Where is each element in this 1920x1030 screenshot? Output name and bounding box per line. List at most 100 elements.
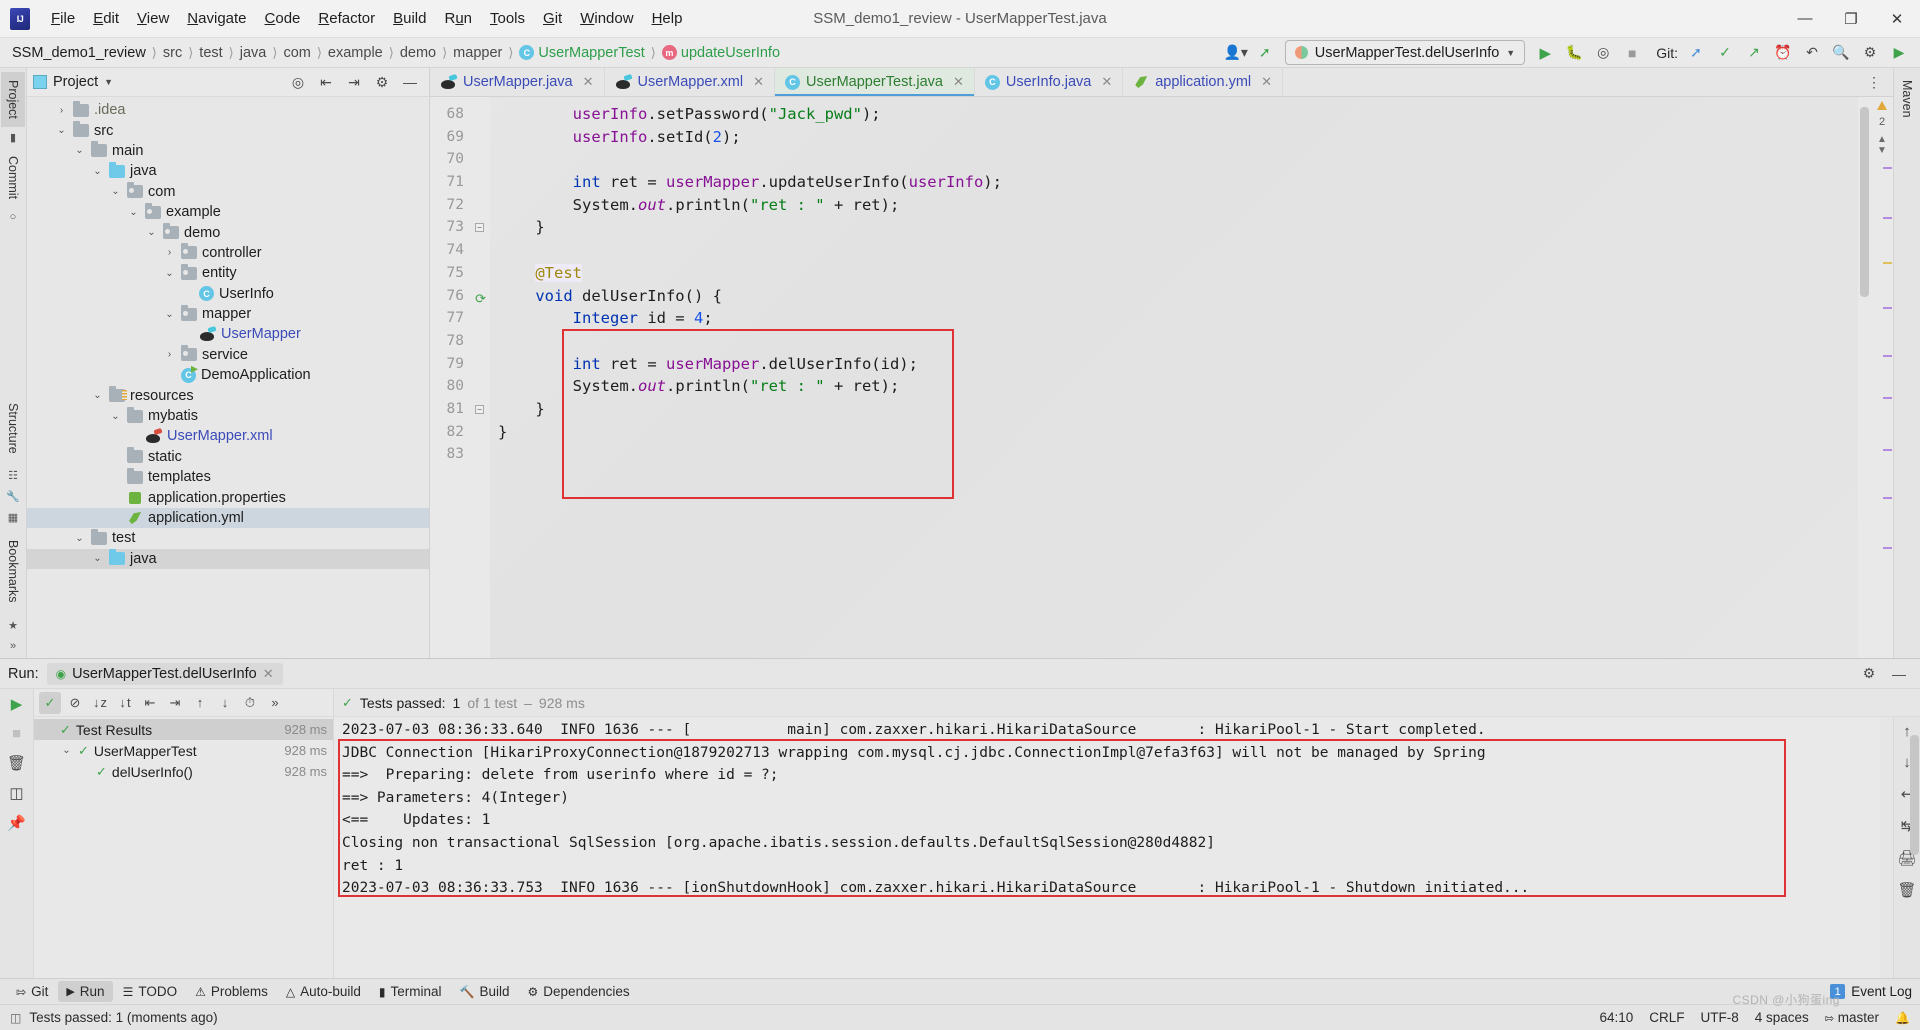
menu-edit[interactable]: Edit (84, 6, 128, 31)
gutter-line[interactable]: 71 (430, 171, 490, 194)
test-tree-row[interactable]: ✓ delUserInfo() 928 ms (34, 761, 333, 782)
run-anything-icon[interactable]: ▶ (1886, 41, 1912, 65)
expand-toggle-icon[interactable]: ⌄ (109, 186, 122, 197)
settings-icon[interactable]: ⚙ (1857, 41, 1883, 65)
code-line[interactable]: Integer id = 4; (490, 307, 1858, 330)
expand-toggle-icon[interactable]: ⌄ (73, 533, 86, 544)
event-log-label[interactable]: Event Log (1851, 984, 1912, 999)
tree-node[interactable]: › .idea (27, 100, 429, 120)
close-icon[interactable]: ✕ (753, 74, 764, 90)
chevron-down-icon[interactable]: ▼ (104, 77, 113, 87)
gutter-line[interactable]: 73 − (430, 216, 490, 239)
expand-all-icon[interactable]: ⇤ (313, 70, 339, 94)
settings-icon[interactable]: ⚙ (369, 70, 395, 94)
breadcrumb-project[interactable]: SSM_demo1_review (8, 45, 150, 61)
more-icon[interactable]: » (264, 692, 286, 714)
close-icon[interactable]: ✕ (263, 666, 274, 682)
gutter-line[interactable]: 72 (430, 194, 490, 217)
undo-icon[interactable]: ↶ (1799, 41, 1825, 65)
tool-window-dependencies[interactable]: ⚙ Dependencies (520, 981, 638, 1002)
expand-toggle-icon[interactable]: ⌄ (163, 268, 176, 279)
show-passed-icon[interactable]: ✓ (39, 691, 61, 714)
menu-navigate[interactable]: Navigate (178, 6, 255, 31)
code-line[interactable]: } (490, 421, 1858, 444)
arrow-icon[interactable]: ➚ (1252, 41, 1278, 65)
close-icon[interactable]: ✕ (583, 74, 594, 90)
clear-all-icon[interactable]: 🗑 (1897, 881, 1916, 899)
menu-run[interactable]: Run (435, 6, 481, 31)
coverage-icon[interactable]: ◎ (1590, 41, 1616, 65)
tree-node[interactable]: ⌄ entity (27, 263, 429, 283)
breadcrumb-java[interactable]: java (236, 45, 271, 61)
expand-toggle-icon[interactable]: ⌄ (55, 125, 68, 136)
menu-code[interactable]: Code (256, 6, 310, 31)
code-line[interactable]: void delUserInfo() { (490, 285, 1858, 308)
run-panel-tab[interactable]: ◉ UserMapperTest.delUserInfo ✕ (46, 662, 283, 685)
tool-window-build[interactable]: 🔨 Build (452, 981, 518, 1002)
history-icon[interactable]: ⏱ (239, 692, 261, 714)
tree-node[interactable]: static (27, 447, 429, 467)
close-button[interactable]: ✕ (1874, 0, 1920, 38)
menu-view[interactable]: View (128, 6, 178, 31)
expand-toggle-icon[interactable]: › (163, 349, 176, 360)
menu-file[interactable]: File (42, 6, 84, 31)
code-line[interactable]: int ret = userMapper.delUserInfo(id); (490, 353, 1858, 376)
gutter-line[interactable]: 79 (430, 353, 490, 376)
breadcrumb-mapper[interactable]: mapper (449, 45, 506, 61)
scrollbar-thumb[interactable] (1860, 107, 1869, 297)
breadcrumb-com[interactable]: com (279, 45, 314, 61)
gutter-line[interactable]: 68 (430, 103, 490, 126)
menu-refactor[interactable]: Refactor (309, 6, 384, 31)
settings-icon[interactable]: ⚙ (1856, 662, 1882, 686)
tree-node[interactable]: ⌄ example (27, 202, 429, 222)
test-tree-row[interactable]: ✓ Test Results 928 ms (34, 719, 333, 740)
console-scrollbar[interactable] (1880, 717, 1919, 978)
rerun-icon[interactable]: ▶ (11, 695, 23, 713)
tool-window-autobuild[interactable]: △ Auto-build (278, 981, 369, 1002)
tree-node[interactable]: ⌄ mapper (27, 304, 429, 324)
gutter-line[interactable]: 77 (430, 307, 490, 330)
profile-icon[interactable]: 👤▾ (1223, 41, 1249, 65)
menu-tools[interactable]: Tools (481, 6, 534, 31)
tool-window-run[interactable]: ▶ Run (58, 981, 113, 1002)
tool-window-git[interactable]: ⇰ Git (8, 981, 56, 1002)
tool-window-todo[interactable]: ☰ TODO (115, 981, 186, 1002)
rail-tab-bookmarks[interactable]: Bookmarks (1, 532, 25, 611)
breadcrumb-class[interactable]: C UserMapperTest (515, 45, 648, 61)
tool-window-terminal[interactable]: ▮ Terminal (371, 981, 450, 1002)
project-tree[interactable]: › .idea ⌄ src ⌄ main ⌄ java ⌄ com ⌄ example ⌄ demo › co… (27, 97, 429, 658)
close-icon[interactable]: ✕ (1101, 74, 1112, 90)
breadcrumb-method[interactable]: m updateUserInfo (658, 45, 784, 61)
code-line[interactable]: userInfo.setPassword("Jack_pwd"); (490, 103, 1858, 126)
tree-node[interactable]: ⌄ resources (27, 385, 429, 405)
editor-error-stripe[interactable] (1881, 97, 1892, 658)
collapse-all-icon[interactable]: ⇥ (341, 70, 367, 94)
gutter-line[interactable]: 75 (430, 262, 490, 285)
line-separator[interactable]: CRLF (1649, 1010, 1684, 1025)
tree-node[interactable]: ⌄ demo (27, 222, 429, 242)
menu-build[interactable]: Build (384, 6, 435, 31)
editor-tab-bar[interactable]: UserMapper.java ✕ UserMapper.xml ✕ C UserMapp… (430, 68, 1893, 97)
gutter-line[interactable]: 70 (430, 148, 490, 171)
push-icon[interactable]: ↗ (1741, 41, 1767, 65)
gutter-line[interactable]: 81 − (430, 398, 490, 421)
close-icon[interactable]: ✕ (953, 74, 964, 90)
expand-toggle-icon[interactable]: › (163, 247, 176, 258)
fold-icon[interactable]: − (475, 404, 484, 414)
tree-node[interactable]: application.properties (27, 487, 429, 507)
minimize-button[interactable]: — (1782, 0, 1828, 38)
structure-icon[interactable]: ☷ (8, 469, 18, 482)
layout-icon[interactable]: ◫ (9, 784, 23, 802)
collapse-all-icon[interactable]: ⇥ (164, 692, 186, 714)
tree-node[interactable]: application.yml (27, 507, 429, 529)
code-line[interactable] (490, 443, 1858, 466)
menu-git[interactable]: Git (534, 6, 571, 31)
indent-setting[interactable]: 4 spaces (1755, 1010, 1809, 1025)
breadcrumb-src[interactable]: src (159, 45, 186, 61)
tree-node[interactable]: › service (27, 345, 429, 365)
more-rail-icon[interactable]: » (10, 640, 16, 652)
menu-help[interactable]: Help (643, 6, 692, 31)
tree-node[interactable]: › controller (27, 243, 429, 263)
code-line[interactable]: } (490, 398, 1858, 421)
file-encoding[interactable]: UTF-8 (1701, 1010, 1739, 1025)
